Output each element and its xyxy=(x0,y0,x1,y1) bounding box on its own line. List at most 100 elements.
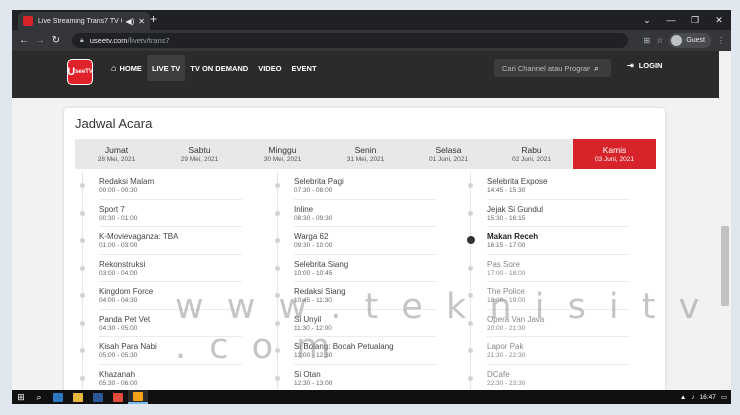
program-title: Kingdom Force xyxy=(99,287,154,296)
taskbar-app-icon[interactable] xyxy=(108,390,128,404)
scroll-thumb[interactable] xyxy=(721,226,729,306)
program-item[interactable]: K-Movievaganza: TBA 01:00 - 03:00 xyxy=(80,227,260,255)
day-tab[interactable]: Minggu 30 Mei, 2021 xyxy=(241,139,324,169)
page-scrollbar[interactable] xyxy=(719,51,731,390)
program-item[interactable]: Lapor Pak 21:30 - 22:30 xyxy=(468,337,648,365)
search-icon[interactable]: ⌕ xyxy=(594,63,599,74)
browser-window: Live Streaming Trans7 TV Onl ◀) ✕ + ⌄ — … xyxy=(12,10,731,390)
program-item[interactable]: Selebrita Expose 14:45 - 15:30 xyxy=(468,172,648,200)
speaker-icon[interactable]: ◀) xyxy=(125,17,134,26)
program-item[interactable]: DCafe 22:30 - 23:30 xyxy=(468,365,648,391)
reload-icon[interactable]: ↻ xyxy=(48,35,64,46)
program-item[interactable]: Si Unyil 11:30 - 12:00 xyxy=(275,310,455,337)
day-tab[interactable]: Jumat 28 Mei, 2021 xyxy=(75,139,158,169)
program-item[interactable]: Kingdom Force 04:00 - 04:30 xyxy=(80,282,260,310)
program-item[interactable]: Rekonstruksi 03:00 - 04:00 xyxy=(80,255,260,282)
program-time: 18:00 - 19:00 xyxy=(487,297,526,304)
day-tab[interactable]: Kamis 03 Juni, 2021 xyxy=(573,139,656,169)
maximize-button[interactable]: ❐ xyxy=(683,10,707,30)
timeline-dot xyxy=(80,375,85,381)
page-viewport: UseeTV ⌂ HOME LIVE TV TV ON DEMAND VIDEO … xyxy=(12,51,731,390)
program-item[interactable]: Inline 08:30 - 09:30 xyxy=(275,200,455,227)
star-icon[interactable]: ☆ xyxy=(656,36,663,45)
day-tab[interactable]: Rabu 02 Juni, 2021 xyxy=(490,139,573,169)
day-tab[interactable]: Senin 31 Mei, 2021 xyxy=(324,139,407,169)
program-item[interactable]: Redaksi Malam 00:00 - 00:30 xyxy=(80,172,260,200)
program-item[interactable]: Si Otan 12:30 - 13:00 xyxy=(275,365,455,391)
program-title: Selebrita Expose xyxy=(487,177,548,186)
program-item[interactable]: Panda Pet Vet 04:30 - 05:00 xyxy=(80,310,260,337)
day-date: 29 Mei, 2021 xyxy=(180,156,219,163)
program-item[interactable]: Warga 62 09:30 - 10:00 xyxy=(275,227,455,255)
notification-icon[interactable]: ▭ xyxy=(721,393,727,401)
day-tab[interactable]: Sabtu 29 Mei, 2021 xyxy=(158,139,241,169)
favicon-icon xyxy=(23,16,33,26)
close-tab-icon[interactable]: ✕ xyxy=(138,17,145,26)
program-item[interactable]: Sport 7 00:30 - 01:00 xyxy=(80,200,260,227)
taskbar-app-icon[interactable] xyxy=(68,390,88,404)
menu-dots-icon[interactable]: ⋮ xyxy=(717,36,725,45)
program-item[interactable]: Selebrita Pagi 07:30 - 08:00 xyxy=(275,172,455,200)
program-item[interactable]: Pas Sore 17:00 - 18:00 xyxy=(468,255,648,282)
close-window-button[interactable]: ✕ xyxy=(707,10,731,30)
day-name: Kamis xyxy=(602,145,627,155)
timeline-dot xyxy=(80,210,85,216)
timeline-dot xyxy=(275,320,280,326)
menu-event[interactable]: EVENT xyxy=(287,55,322,81)
search-input[interactable] xyxy=(502,63,590,73)
day-name: Rabu xyxy=(521,145,542,155)
useetv-logo[interactable]: UseeTV xyxy=(67,59,93,85)
program-item[interactable]: Makan Receh 16:15 - 17:00 xyxy=(466,227,648,255)
day-tab[interactable]: Selasa 01 Juni, 2021 xyxy=(407,139,490,169)
program-title: Redaksi Malam xyxy=(99,177,155,186)
new-tab-button[interactable]: + xyxy=(150,12,157,26)
minimize-button[interactable]: — xyxy=(659,10,683,30)
address-bar[interactable]: 🔒︎ useetv.com/livetv/trans7 xyxy=(72,33,628,48)
program-item[interactable]: The Police 18:00 - 19:00 xyxy=(468,282,648,310)
site-navbar: UseeTV ⌂ HOME LIVE TV TV ON DEMAND VIDEO … xyxy=(12,51,719,98)
program-title: Sport 7 xyxy=(99,204,125,214)
program-time: 07:30 - 08:00 xyxy=(294,187,333,194)
program-item[interactable]: Selebrita Siang 10:00 - 10:45 xyxy=(275,255,455,282)
menu-live-tv[interactable]: LIVE TV xyxy=(146,55,186,81)
search-box: ⌕ xyxy=(494,59,611,77)
program-item[interactable]: Kisah Para Nabi 05:00 - 05:30 xyxy=(80,337,260,365)
day-date: 03 Juni, 2021 xyxy=(594,156,635,163)
back-icon[interactable]: ← xyxy=(16,35,32,46)
day-name: Minggu xyxy=(268,145,297,155)
timeline-dot xyxy=(466,236,475,244)
timeline-dot xyxy=(275,375,280,381)
menu-tv-on-demand[interactable]: TV ON DEMAND xyxy=(185,55,253,81)
program-item[interactable]: Redaksi Siang 10:45 - 11:30 xyxy=(275,282,455,310)
volume-icon[interactable]: ♪ xyxy=(691,394,694,401)
windows-start-icon[interactable]: ⊞ xyxy=(12,392,30,403)
translate-icon[interactable]: ⊞ xyxy=(643,36,650,45)
program-title: Si Otan xyxy=(294,369,321,379)
taskbar-clock[interactable]: 16:47 xyxy=(700,394,716,401)
profile-label: Guest xyxy=(686,37,705,44)
program-title: DCafe xyxy=(487,369,510,379)
system-tray: ▲ ♪ 16:47 ▭ xyxy=(680,390,727,404)
taskbar-app-icon[interactable] xyxy=(48,390,68,404)
menu-home[interactable]: ⌂ HOME xyxy=(106,55,147,81)
program-item[interactable]: Opera Van Java 20:00 - 21:30 xyxy=(468,310,648,337)
network-icon[interactable]: ▲ xyxy=(680,394,686,401)
program-time: 21:30 - 22:30 xyxy=(487,352,526,359)
program-item[interactable]: Khazanah 05:30 - 06:00 xyxy=(80,365,260,391)
profile-button[interactable]: Guest xyxy=(669,33,711,48)
timeline-dot xyxy=(80,265,85,271)
taskbar-app-icon[interactable] xyxy=(88,390,108,404)
program-time: 00:30 - 01:00 xyxy=(99,214,138,222)
search-taskbar-icon[interactable]: ⌕ xyxy=(30,392,48,403)
schedule-card: Jadwal Acara Jumat 28 Mei, 2021 Sabtu 29 Me… xyxy=(64,108,665,390)
taskbar-app-icon[interactable] xyxy=(128,390,148,404)
forward-icon[interactable]: → xyxy=(32,35,48,46)
timeline-dot xyxy=(80,238,85,243)
program-item[interactable]: Jejak Si Gundul 15:30 - 16:15 xyxy=(468,200,648,227)
menu-video[interactable]: VIDEO xyxy=(253,55,286,81)
browser-tab[interactable]: Live Streaming Trans7 TV Onl ◀) ✕ xyxy=(18,12,150,30)
program-item[interactable]: Si Bolang: Bocah Petualang 12:00 - 12:30 xyxy=(275,337,455,365)
tab-search-icon[interactable]: ⌄ xyxy=(635,10,659,30)
day-name: Selasa xyxy=(435,145,462,155)
login-button[interactable]: ⇥ LOGIN xyxy=(627,61,662,70)
